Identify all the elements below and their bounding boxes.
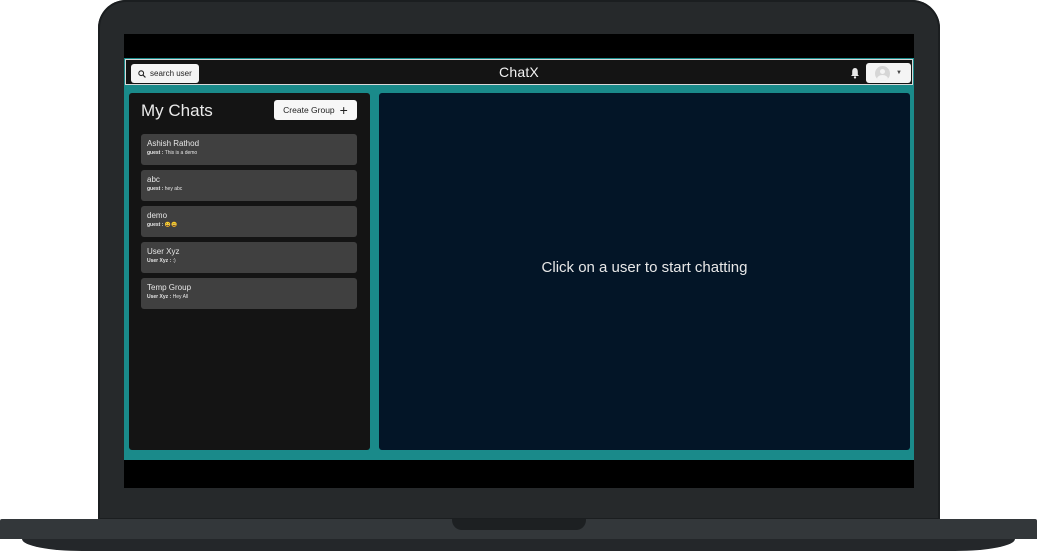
chat-last-message: guest : 😀😀 [147, 221, 351, 230]
chat-sender: guest : [147, 150, 164, 156]
chat-name: abc [147, 175, 160, 184]
chat-name: User Xyz [147, 247, 180, 256]
chat-name: Temp Group [147, 283, 192, 292]
app-title: ChatX [499, 64, 539, 80]
chat-name: demo [147, 211, 168, 220]
laptop-base-bottom [22, 539, 1015, 551]
screen: search user ChatX ▼ My Chats Create Grou… [124, 34, 914, 488]
chat-name: Ashish Rathod [147, 139, 200, 148]
chat-last-message: guest : hey abc [147, 185, 351, 194]
chat-sender: guest : [147, 186, 164, 192]
create-group-label: Create Group [283, 105, 335, 115]
chat-sender: User Xyz : [147, 258, 172, 264]
chat-sender: User Xyz : [147, 294, 172, 300]
chat-empty-state-text: Click on a user to start chatting [541, 259, 748, 276]
chat-message: Hey All [172, 294, 189, 300]
plus-icon: + [339, 101, 348, 118]
chat-box: Click on a user to start chatting [379, 93, 910, 450]
top-bar: search user ChatX ▼ [125, 59, 913, 85]
chat-item-ashish-rathod[interactable]: Ashish Rathod guest : This is a demo [141, 134, 357, 165]
bell-icon[interactable] [850, 67, 860, 79]
chat-message: :) [172, 258, 176, 264]
chat-last-message: guest : This is a demo [147, 149, 351, 158]
laptop-base [0, 519, 1037, 551]
avatar [875, 65, 891, 81]
chat-list: Ashish Rathod guest : This is a demo abc… [141, 134, 357, 314]
my-chats-title: My Chats [141, 101, 213, 120]
laptop-notch [452, 519, 586, 530]
my-chats-panel: My Chats Create Group + Ashish Rathod gu… [129, 93, 370, 450]
chat-last-message: User Xyz : :) [147, 257, 351, 266]
chat-sender: guest : [147, 222, 164, 228]
chat-item-temp-group[interactable]: Temp Group User Xyz : Hey All [141, 278, 357, 309]
chat-item-abc[interactable]: abc guest : hey abc [141, 170, 357, 201]
create-group-button[interactable]: Create Group + [274, 100, 357, 120]
chat-last-message: User Xyz : Hey All [147, 293, 351, 302]
chat-message: hey abc [164, 186, 183, 192]
chat-item-user-xyz[interactable]: User Xyz User Xyz : :) [141, 242, 357, 273]
chat-app: search user ChatX ▼ My Chats Create Grou… [124, 58, 914, 460]
profile-menu-button[interactable]: ▼ [866, 63, 911, 83]
chat-item-demo[interactable]: demo guest : 😀😀 [141, 206, 357, 237]
chat-message: This is a demo [164, 150, 198, 156]
chevron-down-icon: ▼ [896, 70, 902, 76]
chat-message: 😀😀 [164, 222, 178, 228]
